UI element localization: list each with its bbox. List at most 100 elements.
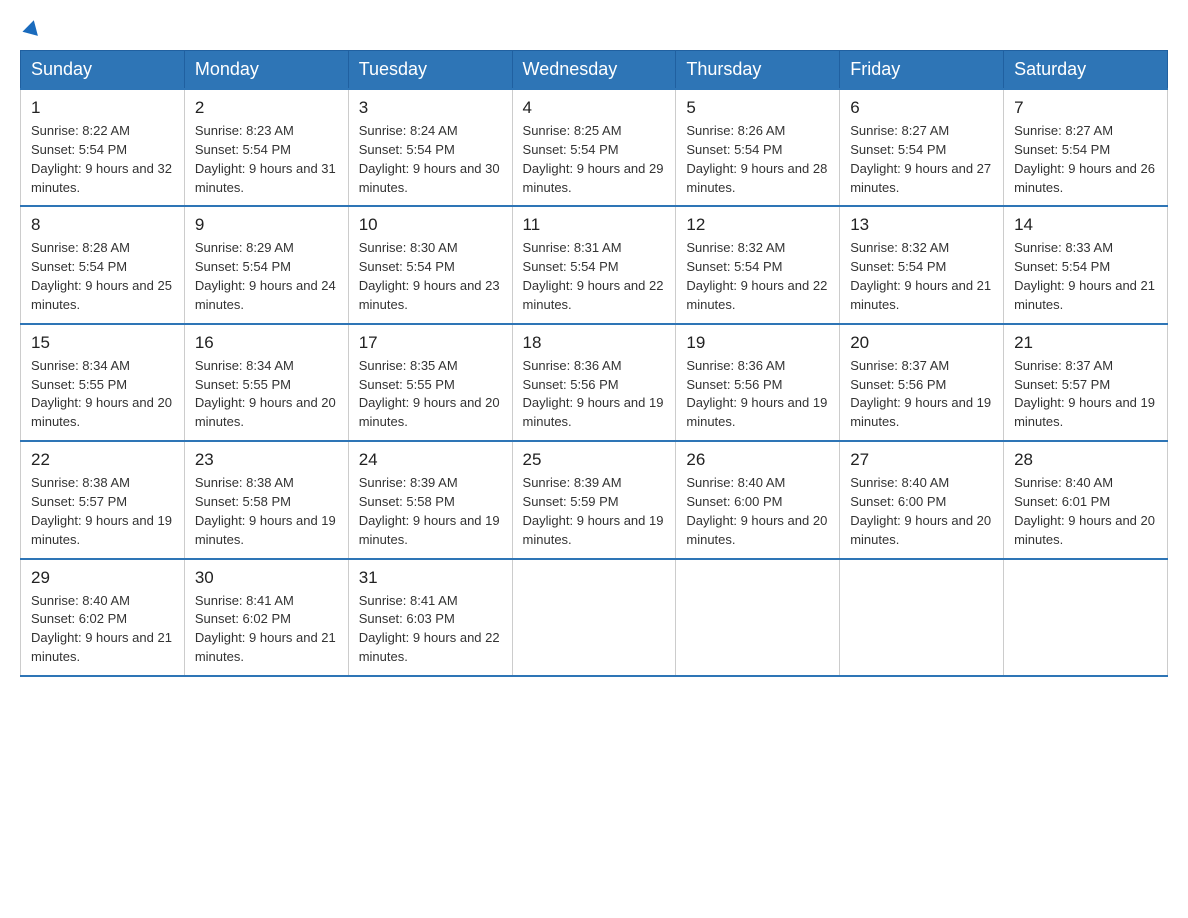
day-number: 8 [31, 215, 174, 235]
day-info: Sunrise: 8:36 AMSunset: 5:56 PMDaylight:… [686, 357, 829, 432]
day-number: 12 [686, 215, 829, 235]
day-number: 16 [195, 333, 338, 353]
day-info: Sunrise: 8:38 AMSunset: 5:57 PMDaylight:… [31, 474, 174, 549]
calendar-cell: 20 Sunrise: 8:37 AMSunset: 5:56 PMDayligh… [840, 324, 1004, 441]
calendar-cell: 15 Sunrise: 8:34 AMSunset: 5:55 PMDayligh… [21, 324, 185, 441]
weekday-header-saturday: Saturday [1004, 51, 1168, 90]
day-info: Sunrise: 8:35 AMSunset: 5:55 PMDaylight:… [359, 357, 502, 432]
day-number: 5 [686, 98, 829, 118]
day-info: Sunrise: 8:23 AMSunset: 5:54 PMDaylight:… [195, 122, 338, 197]
day-number: 25 [523, 450, 666, 470]
logo [20, 20, 40, 34]
calendar-cell [512, 559, 676, 676]
calendar-table: SundayMondayTuesdayWednesdayThursdayFrid… [20, 50, 1168, 677]
day-info: Sunrise: 8:40 AMSunset: 6:00 PMDaylight:… [686, 474, 829, 549]
calendar-cell: 8 Sunrise: 8:28 AMSunset: 5:54 PMDaylight… [21, 206, 185, 323]
calendar-cell: 16 Sunrise: 8:34 AMSunset: 5:55 PMDayligh… [184, 324, 348, 441]
calendar-cell: 10 Sunrise: 8:30 AMSunset: 5:54 PMDayligh… [348, 206, 512, 323]
day-info: Sunrise: 8:28 AMSunset: 5:54 PMDaylight:… [31, 239, 174, 314]
day-info: Sunrise: 8:27 AMSunset: 5:54 PMDaylight:… [850, 122, 993, 197]
day-info: Sunrise: 8:32 AMSunset: 5:54 PMDaylight:… [850, 239, 993, 314]
day-info: Sunrise: 8:33 AMSunset: 5:54 PMDaylight:… [1014, 239, 1157, 314]
day-number: 22 [31, 450, 174, 470]
day-info: Sunrise: 8:31 AMSunset: 5:54 PMDaylight:… [523, 239, 666, 314]
day-info: Sunrise: 8:24 AMSunset: 5:54 PMDaylight:… [359, 122, 502, 197]
day-number: 21 [1014, 333, 1157, 353]
calendar-week-row: 29 Sunrise: 8:40 AMSunset: 6:02 PMDayligh… [21, 559, 1168, 676]
day-number: 26 [686, 450, 829, 470]
calendar-cell: 31 Sunrise: 8:41 AMSunset: 6:03 PMDayligh… [348, 559, 512, 676]
calendar-cell: 30 Sunrise: 8:41 AMSunset: 6:02 PMDayligh… [184, 559, 348, 676]
calendar-cell: 3Sunrise: 8:24 AMSunset: 5:54 PMDaylight… [348, 89, 512, 206]
day-number: 9 [195, 215, 338, 235]
day-info: Sunrise: 8:41 AMSunset: 6:02 PMDaylight:… [195, 592, 338, 667]
logo-blue-text [20, 20, 40, 34]
page-header [20, 20, 1168, 34]
day-number: 4 [523, 98, 666, 118]
day-number: 24 [359, 450, 502, 470]
day-number: 13 [850, 215, 993, 235]
day-info: Sunrise: 8:32 AMSunset: 5:54 PMDaylight:… [686, 239, 829, 314]
day-info: Sunrise: 8:36 AMSunset: 5:56 PMDaylight:… [523, 357, 666, 432]
day-number: 17 [359, 333, 502, 353]
day-number: 23 [195, 450, 338, 470]
weekday-header-thursday: Thursday [676, 51, 840, 90]
day-number: 6 [850, 98, 993, 118]
day-info: Sunrise: 8:34 AMSunset: 5:55 PMDaylight:… [195, 357, 338, 432]
calendar-week-row: 1 Sunrise: 8:22 AMSunset: 5:54 PMDaylight… [21, 89, 1168, 206]
day-number: 11 [523, 215, 666, 235]
day-number: 7 [1014, 98, 1157, 118]
calendar-cell: 27 Sunrise: 8:40 AMSunset: 6:00 PMDayligh… [840, 441, 1004, 558]
day-info: Sunrise: 8:37 AMSunset: 5:57 PMDaylight:… [1014, 357, 1157, 432]
day-info: Sunrise: 8:40 AMSunset: 6:00 PMDaylight:… [850, 474, 993, 549]
day-info: Sunrise: 8:38 AMSunset: 5:58 PMDaylight:… [195, 474, 338, 549]
weekday-header-friday: Friday [840, 51, 1004, 90]
logo-triangle-icon [22, 18, 41, 36]
day-info: Sunrise: 8:37 AMSunset: 5:56 PMDaylight:… [850, 357, 993, 432]
day-info: Sunrise: 8:40 AMSunset: 6:01 PMDaylight:… [1014, 474, 1157, 549]
day-info: Sunrise: 8:25 AMSunset: 5:54 PMDaylight:… [523, 122, 666, 197]
day-info: Sunrise: 8:22 AMSunset: 5:54 PMDaylight:… [31, 122, 174, 197]
day-number: 27 [850, 450, 993, 470]
calendar-cell [840, 559, 1004, 676]
calendar-cell: 24 Sunrise: 8:39 AMSunset: 5:58 PMDayligh… [348, 441, 512, 558]
calendar-cell: 19Sunrise: 8:36 AMSunset: 5:56 PMDayligh… [676, 324, 840, 441]
calendar-cell: 9 Sunrise: 8:29 AMSunset: 5:54 PMDaylight… [184, 206, 348, 323]
calendar-cell: 21 Sunrise: 8:37 AMSunset: 5:57 PMDayligh… [1004, 324, 1168, 441]
day-info: Sunrise: 8:27 AMSunset: 5:54 PMDaylight:… [1014, 122, 1157, 197]
calendar-cell: 12 Sunrise: 8:32 AMSunset: 5:54 PMDayligh… [676, 206, 840, 323]
day-info: Sunrise: 8:29 AMSunset: 5:54 PMDaylight:… [195, 239, 338, 314]
calendar-cell: 13 Sunrise: 8:32 AMSunset: 5:54 PMDayligh… [840, 206, 1004, 323]
calendar-week-row: 22 Sunrise: 8:38 AMSunset: 5:57 PMDayligh… [21, 441, 1168, 558]
calendar-cell: 1 Sunrise: 8:22 AMSunset: 5:54 PMDaylight… [21, 89, 185, 206]
day-number: 18 [523, 333, 666, 353]
day-info: Sunrise: 8:30 AMSunset: 5:54 PMDaylight:… [359, 239, 502, 314]
calendar-cell: 6 Sunrise: 8:27 AMSunset: 5:54 PMDaylight… [840, 89, 1004, 206]
calendar-cell: 5Sunrise: 8:26 AMSunset: 5:54 PMDaylight… [676, 89, 840, 206]
calendar-cell [676, 559, 840, 676]
weekday-header-row: SundayMondayTuesdayWednesdayThursdayFrid… [21, 51, 1168, 90]
calendar-cell: 28 Sunrise: 8:40 AMSunset: 6:01 PMDayligh… [1004, 441, 1168, 558]
day-number: 20 [850, 333, 993, 353]
day-number: 10 [359, 215, 502, 235]
calendar-cell: 26 Sunrise: 8:40 AMSunset: 6:00 PMDayligh… [676, 441, 840, 558]
calendar-week-row: 8 Sunrise: 8:28 AMSunset: 5:54 PMDaylight… [21, 206, 1168, 323]
day-number: 31 [359, 568, 502, 588]
day-info: Sunrise: 8:40 AMSunset: 6:02 PMDaylight:… [31, 592, 174, 667]
weekday-header-wednesday: Wednesday [512, 51, 676, 90]
day-number: 30 [195, 568, 338, 588]
day-info: Sunrise: 8:41 AMSunset: 6:03 PMDaylight:… [359, 592, 502, 667]
day-number: 15 [31, 333, 174, 353]
calendar-cell: 11 Sunrise: 8:31 AMSunset: 5:54 PMDayligh… [512, 206, 676, 323]
calendar-cell: 2 Sunrise: 8:23 AMSunset: 5:54 PMDaylight… [184, 89, 348, 206]
calendar-cell: 22 Sunrise: 8:38 AMSunset: 5:57 PMDayligh… [21, 441, 185, 558]
day-info: Sunrise: 8:39 AMSunset: 5:58 PMDaylight:… [359, 474, 502, 549]
calendar-cell: 7 Sunrise: 8:27 AMSunset: 5:54 PMDaylight… [1004, 89, 1168, 206]
day-number: 2 [195, 98, 338, 118]
day-info: Sunrise: 8:34 AMSunset: 5:55 PMDaylight:… [31, 357, 174, 432]
weekday-header-sunday: Sunday [21, 51, 185, 90]
day-number: 1 [31, 98, 174, 118]
calendar-cell: 18 Sunrise: 8:36 AMSunset: 5:56 PMDayligh… [512, 324, 676, 441]
day-number: 28 [1014, 450, 1157, 470]
day-number: 29 [31, 568, 174, 588]
